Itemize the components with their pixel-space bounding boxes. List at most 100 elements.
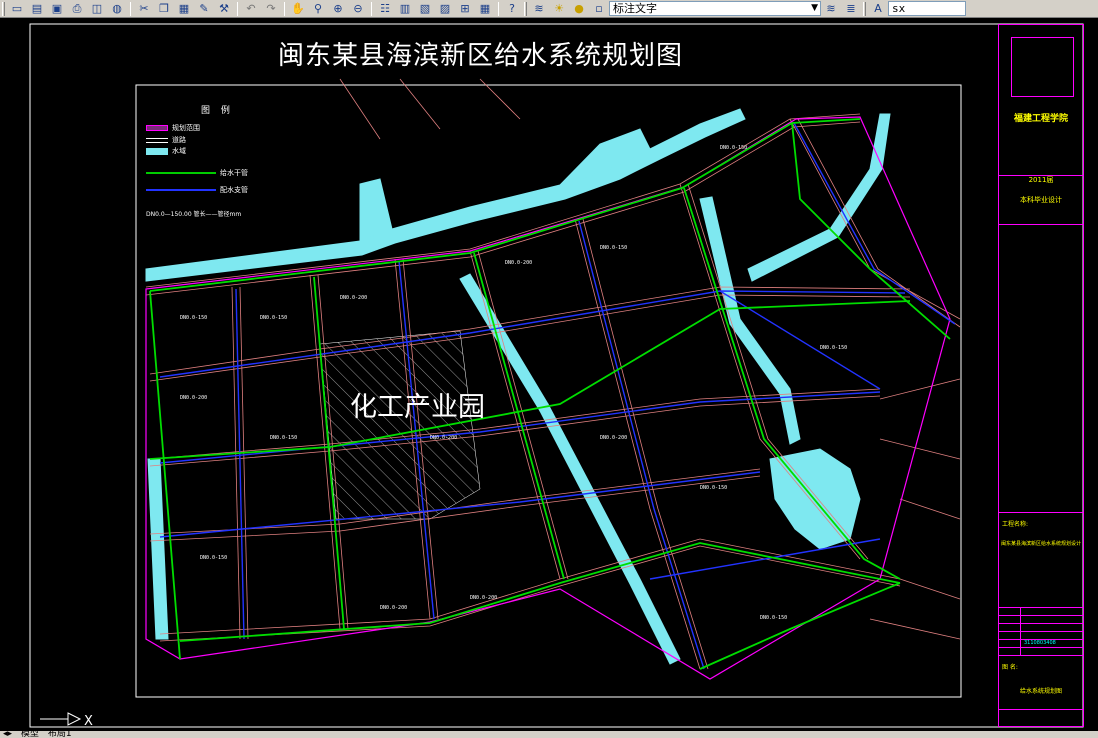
toolbar-separator [371, 1, 372, 16]
chevron-down-icon[interactable]: ▼ [811, 2, 818, 15]
layer-icon[interactable]: ≋ [530, 1, 548, 17]
pipe-label: DN0.0-150 [720, 145, 747, 151]
legend-item-branch-pipe: 配水支管 [146, 185, 248, 195]
layer-previous-icon[interactable]: ≋ [822, 1, 840, 17]
tab-nav-icon[interactable]: ◂▸ [0, 731, 15, 738]
canal-diagonal-2 [539, 403, 681, 665]
title-block-row [999, 632, 1083, 640]
toolbar-grip[interactable] [524, 1, 527, 16]
lightbulb-icon[interactable]: ● [570, 1, 588, 17]
legend-title: 图 例 [201, 106, 234, 116]
title-block-row: 3110803408 [999, 640, 1083, 648]
text-style-value: 标注文字 [613, 2, 657, 15]
zoom-previous-icon[interactable]: ⊖ [349, 1, 367, 17]
save-icon[interactable]: ▣ [48, 1, 66, 17]
blockeditor-icon[interactable]: ⚒ [215, 1, 233, 17]
pipe-label: DN0.0-200 [380, 605, 407, 611]
toolbar-separator [237, 1, 238, 16]
pipe-label: DN0.0-200 [470, 595, 497, 601]
legend-item-road: 道路 [146, 135, 186, 145]
legend-item-main-pipe: 给水干管 [146, 168, 248, 178]
plot-icon[interactable]: ⎙ [68, 1, 86, 17]
legend: 图 例 规划范围 道路 水域 给水干管 配水支管 DN0.0—150.00 管长… [146, 103, 266, 233]
lock-icon[interactable]: ▫ [590, 1, 608, 17]
branch-pipe-swatch [146, 189, 216, 191]
pipe-label: DN0.0-200 [340, 295, 367, 301]
pipe-label: DN0.0-200 [600, 435, 627, 441]
drawing-title: 闽东某县海滨新区给水系统规划图 [278, 41, 684, 71]
pipe-label: DN0.0-150 [760, 615, 787, 621]
markup-icon[interactable]: ⊞ [456, 1, 474, 17]
zoom-realtime-icon[interactable]: ⚲ [309, 1, 327, 17]
toolpalettes-icon[interactable]: ▧ [416, 1, 434, 17]
preview-icon[interactable]: ◫ [88, 1, 106, 17]
toolbar-grip[interactable] [2, 1, 5, 16]
command-search-input[interactable]: sx [888, 1, 966, 16]
title-block-divider [999, 224, 1083, 225]
design-type: 本科毕业设计 [1020, 196, 1062, 204]
student-id: 3110803408 [1024, 640, 1056, 646]
pipe-label: DN0.0-200 [505, 260, 532, 266]
help-icon[interactable]: ? [503, 1, 521, 17]
legend-item-water: 水域 [146, 146, 186, 156]
copy-icon[interactable]: ❐ [155, 1, 173, 17]
layer-state-icon[interactable]: ☀ [550, 1, 568, 17]
tab-layout1[interactable]: 布局1 [45, 731, 75, 738]
open-icon[interactable]: ▤ [28, 1, 46, 17]
calculator-icon[interactable]: ▦ [476, 1, 494, 17]
model-space[interactable]: DN0.0-150 DN0.0-150 DN0.0-200 DN0.0-200 … [0, 19, 1098, 731]
legend-note: DN0.0—150.00 管长——管径mm [146, 211, 242, 218]
qnew-icon[interactable]: ▭ [8, 1, 26, 17]
title-block: 福建工程学院 2011届 本科毕业设计 工程名称: 闽东某县海滨新区给水系统规划… [998, 24, 1084, 727]
undo-icon[interactable]: ↶ [242, 1, 260, 17]
toolbar-grip[interactable] [863, 1, 866, 16]
svg-text:X: X [84, 714, 93, 729]
toolbar-separator [284, 1, 285, 16]
title-block-row [999, 624, 1083, 632]
pipe-label: DN0.0-150 [260, 315, 287, 321]
school-logo [1011, 37, 1074, 97]
pan-icon[interactable]: ✋ [289, 1, 307, 17]
pipe-label: DN0.0-200 [180, 395, 207, 401]
drawing-name-label: 图 名: [1002, 664, 1018, 671]
graduation-year: 2011届 [1028, 176, 1054, 184]
title-block-divider [999, 709, 1083, 710]
pipe-label: DN0.0-150 [600, 245, 627, 251]
cut-icon[interactable]: ✂ [135, 1, 153, 17]
title-block-row [999, 616, 1083, 624]
standard-toolbar: ▭ ▤ ▣ ⎙ ◫ ◍ ✂ ❐ ▦ ✎ ⚒ ↶ ↷ ✋ ⚲ ⊕ ⊖ ☷ ▥ ▧ … [0, 0, 1098, 18]
pipe-label: DN0.0-150 [270, 435, 297, 441]
water-swatch [146, 147, 168, 155]
title-block-row [999, 648, 1083, 656]
properties-icon[interactable]: ☷ [376, 1, 394, 17]
canal-ne [747, 113, 891, 282]
main-pipe-swatch [146, 172, 216, 174]
boundary-swatch [146, 125, 168, 131]
pipe-label: DN0.0-150 [700, 485, 727, 491]
pipe-label: DN0.0-150 [180, 315, 207, 321]
text-style-select[interactable]: 标注文字 ▼ [609, 1, 821, 16]
text-style-icon[interactable]: A [869, 1, 887, 17]
roads [145, 78, 961, 670]
zone-label: 化工产业园 [350, 392, 485, 423]
project-label: 工程名称: [1002, 521, 1029, 528]
paste-icon[interactable]: ▦ [175, 1, 193, 17]
title-block-divider [999, 512, 1083, 513]
drawing-name: 给水系统规划图 [1019, 688, 1062, 695]
chemical-industrial-zone [319, 330, 481, 520]
layer-manager-icon[interactable]: ≣ [842, 1, 860, 17]
zoom-window-icon[interactable]: ⊕ [329, 1, 347, 17]
layout-tab-bar: ◂▸ 模型 布局1 [0, 731, 1098, 738]
toolbar-separator [498, 1, 499, 16]
title-block-row [999, 608, 1083, 616]
pipe-label: DN0.0-150 [820, 345, 847, 351]
road-swatch [146, 137, 168, 143]
redo-icon[interactable]: ↷ [262, 1, 280, 17]
sheetset-icon[interactable]: ▨ [436, 1, 454, 17]
matchprop-icon[interactable]: ✎ [195, 1, 213, 17]
designcenter-icon[interactable]: ▥ [396, 1, 414, 17]
toolbar-separator [130, 1, 131, 16]
publish-icon[interactable]: ◍ [108, 1, 126, 17]
tab-model[interactable]: 模型 [18, 731, 42, 738]
legend-item-boundary: 规划范围 [146, 123, 200, 133]
